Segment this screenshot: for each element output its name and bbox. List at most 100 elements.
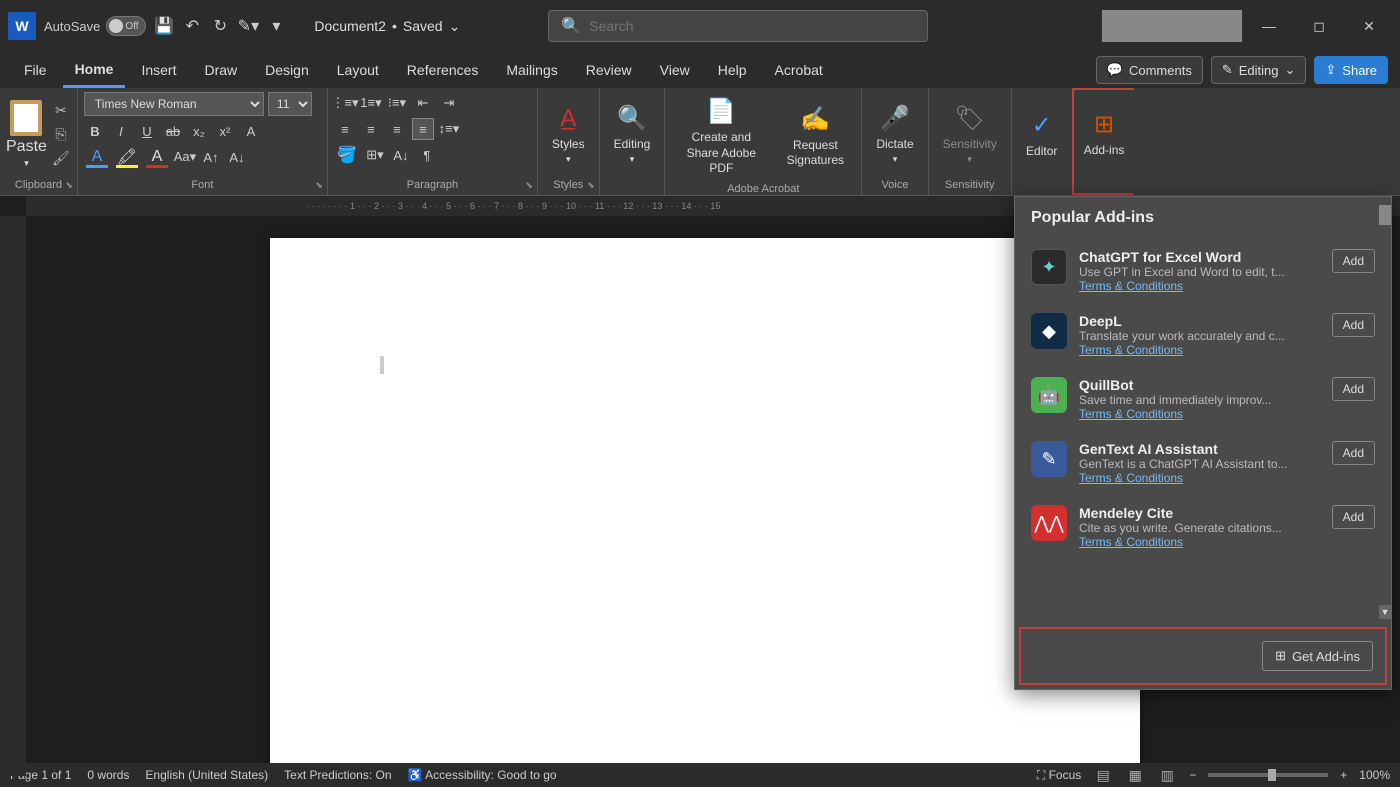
format-painter-icon[interactable]: 🖌	[51, 150, 71, 168]
shading-button[interactable]: 🪣	[334, 144, 360, 166]
paste-button[interactable]: Paste ▾	[6, 100, 47, 169]
strikethrough-button[interactable]: ab	[162, 120, 184, 142]
scrollbar-thumb[interactable]	[1379, 205, 1391, 225]
document-title[interactable]: Document2 • Saved ⌄	[314, 18, 460, 35]
addin-add-button[interactable]: Add	[1332, 249, 1375, 273]
font-family-select[interactable]: Times New Roman	[84, 92, 264, 116]
editing-mode-button[interactable]: ✎Editing⌄	[1211, 56, 1307, 84]
share-button[interactable]: ⇪Share	[1314, 56, 1388, 84]
copy-icon[interactable]: ⎘	[51, 126, 71, 144]
save-icon[interactable]: 💾	[154, 16, 174, 36]
decrease-indent-button[interactable]: ⇤	[412, 92, 434, 114]
shrink-font-button[interactable]: A↓	[226, 146, 248, 168]
tab-layout[interactable]: Layout	[325, 54, 391, 86]
zoom-slider[interactable]	[1208, 773, 1328, 777]
quick-styles-icon[interactable]: ✎▾	[238, 16, 258, 36]
focus-mode-button[interactable]: ⛶ Focus	[1037, 768, 1081, 783]
paragraph-launcher[interactable]: ⬊	[525, 180, 533, 191]
cut-icon[interactable]: ✂	[51, 102, 71, 120]
addin-terms-link[interactable]: Terms & Conditions	[1079, 535, 1320, 549]
tab-draw[interactable]: Draw	[192, 54, 249, 86]
increase-indent-button[interactable]: ⇥	[438, 92, 460, 114]
styles-launcher[interactable]: ⬊	[587, 180, 595, 191]
account-placeholder[interactable]	[1102, 10, 1242, 42]
grow-font-button[interactable]: A↑	[200, 146, 222, 168]
tab-references[interactable]: References	[395, 54, 491, 86]
search-box[interactable]: 🔍	[548, 10, 928, 42]
bullets-button[interactable]: ⋮≡▾	[334, 92, 356, 114]
minimize-button[interactable]: —	[1246, 10, 1292, 42]
font-color-button[interactable]: A	[144, 146, 170, 168]
tab-acrobat[interactable]: Acrobat	[763, 54, 835, 86]
underline-button[interactable]: U	[136, 120, 158, 142]
language-status[interactable]: English (United States)	[145, 768, 268, 782]
tab-help[interactable]: Help	[706, 54, 759, 86]
align-center-button[interactable]: ≡	[360, 118, 382, 140]
get-addins-button[interactable]: ⊞ Get Add-ins	[1262, 641, 1373, 671]
change-case-button[interactable]: Aa▾	[174, 146, 196, 168]
sort-button[interactable]: A↓	[390, 144, 412, 166]
document-page[interactable]	[270, 238, 1140, 768]
print-layout-icon[interactable]: ▦	[1125, 766, 1145, 784]
undo-icon[interactable]: ↶	[182, 16, 202, 36]
tab-mailings[interactable]: Mailings	[494, 54, 569, 86]
dictate-button[interactable]: 🎤 Dictate ▾	[868, 99, 921, 170]
show-marks-button[interactable]: ¶	[416, 144, 438, 166]
borders-button[interactable]: ⊞▾	[364, 144, 386, 166]
styles-button[interactable]: A̲ Styles ▾	[544, 99, 593, 170]
tab-design[interactable]: Design	[253, 54, 321, 86]
addins-button[interactable]: ⊞ Add-ins	[1076, 105, 1133, 163]
tab-review[interactable]: Review	[574, 54, 644, 86]
vertical-ruler[interactable]	[0, 216, 26, 776]
zoom-level[interactable]: 100%	[1359, 768, 1390, 782]
text-highlight-button[interactable]: A	[84, 146, 110, 168]
search-input[interactable]	[589, 18, 915, 34]
bold-button[interactable]: B	[84, 120, 106, 142]
font-launcher[interactable]: ⬊	[315, 180, 323, 191]
comments-button[interactable]: 💬Comments	[1096, 56, 1203, 84]
tab-file[interactable]: File	[12, 54, 59, 86]
text-predictions-status[interactable]: Text Predictions: On	[284, 768, 391, 782]
highlight-color-button[interactable]: 🖍	[114, 146, 140, 168]
zoom-out-button[interactable]: −	[1189, 768, 1196, 782]
sensitivity-button[interactable]: 🏷 Sensitivity ▾	[935, 99, 1005, 170]
tab-view[interactable]: View	[648, 54, 702, 86]
numbering-button[interactable]: 1≡▾	[360, 92, 382, 114]
multilevel-list-button[interactable]: ⁝≡▾	[386, 92, 408, 114]
read-mode-icon[interactable]: ▤	[1093, 766, 1113, 784]
word-count[interactable]: 0 words	[87, 768, 129, 782]
align-left-button[interactable]: ≡	[334, 118, 356, 140]
subscript-button[interactable]: x₂	[188, 120, 210, 142]
addin-terms-link[interactable]: Terms & Conditions	[1079, 471, 1320, 485]
superscript-button[interactable]: x²	[214, 120, 236, 142]
autosave-switch[interactable]: Off	[106, 16, 146, 36]
line-spacing-button[interactable]: ↕≡▾	[438, 118, 460, 140]
italic-button[interactable]: I	[110, 120, 132, 142]
redo-icon[interactable]: ↻	[210, 16, 230, 36]
qat-dropdown-icon[interactable]: ▾	[266, 16, 286, 36]
request-signatures-button[interactable]: ✍ Request Signatures	[775, 100, 855, 173]
autosave-toggle[interactable]: AutoSave Off	[44, 16, 146, 36]
tab-home[interactable]: Home	[63, 53, 126, 88]
addins-list[interactable]: ✦ ChatGPT for Excel Word Use GPT in Exce…	[1015, 239, 1391, 623]
accessibility-status[interactable]: ♿ Accessibility: Good to go	[408, 768, 557, 782]
editing-button[interactable]: 🔍 Editing ▾	[606, 99, 659, 170]
justify-button[interactable]: ≡	[412, 118, 434, 140]
web-layout-icon[interactable]: ▥	[1157, 766, 1177, 784]
addin-add-button[interactable]: Add	[1332, 377, 1375, 401]
text-effects-button[interactable]: A	[240, 120, 262, 142]
tab-insert[interactable]: Insert	[129, 54, 188, 86]
font-size-select[interactable]: 11	[268, 92, 312, 116]
scroll-down-icon[interactable]: ▼	[1379, 605, 1391, 619]
addin-add-button[interactable]: Add	[1332, 505, 1375, 529]
editor-button[interactable]: ✓ Editor	[1018, 106, 1066, 164]
zoom-in-button[interactable]: +	[1340, 768, 1347, 782]
clipboard-launcher[interactable]: ⬊	[65, 180, 73, 191]
create-pdf-button[interactable]: 📄 Create and Share Adobe PDF	[671, 92, 771, 181]
align-right-button[interactable]: ≡	[386, 118, 408, 140]
close-button[interactable]: ✕	[1346, 10, 1392, 42]
addin-terms-link[interactable]: Terms & Conditions	[1079, 407, 1320, 421]
addin-terms-link[interactable]: Terms & Conditions	[1079, 279, 1320, 293]
addin-add-button[interactable]: Add	[1332, 441, 1375, 465]
addin-terms-link[interactable]: Terms & Conditions	[1079, 343, 1320, 357]
